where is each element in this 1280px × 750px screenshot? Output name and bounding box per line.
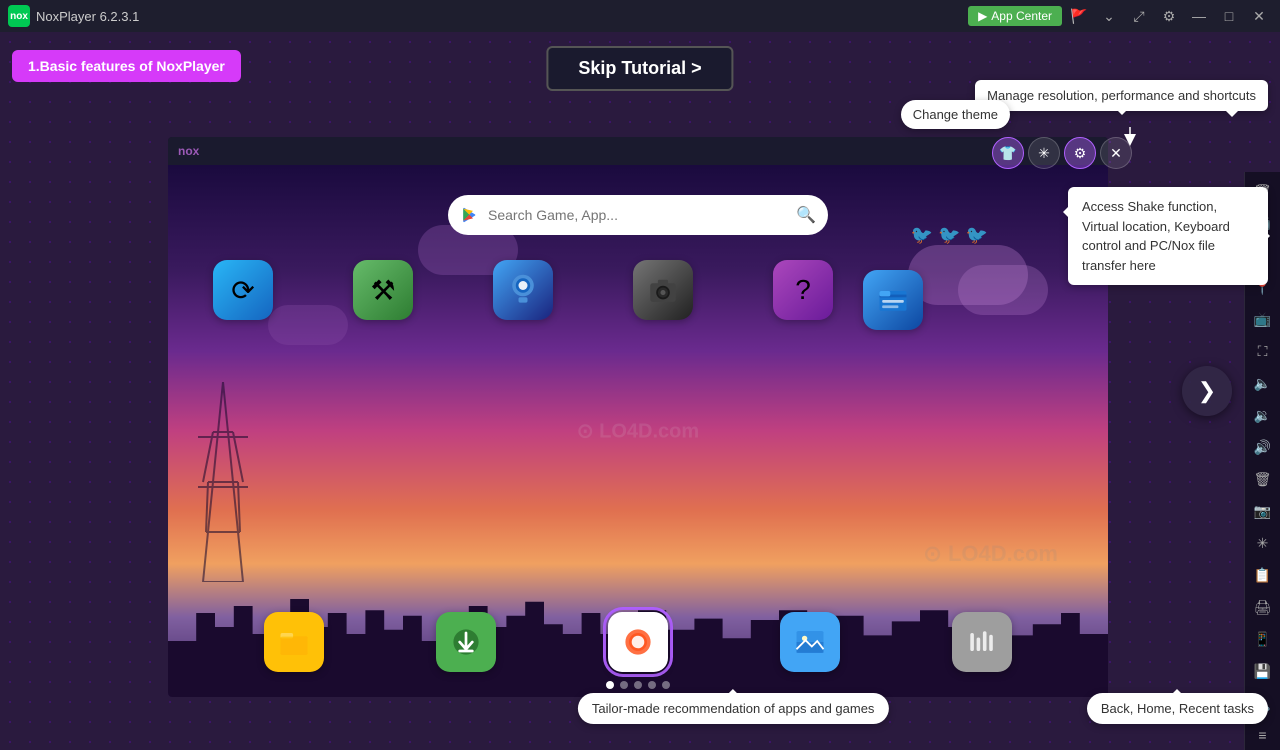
emulator-titlebar: nox [168,137,1108,165]
toolbar-volume-down-button[interactable]: 🔈 [1247,368,1279,398]
titlebar: nox NoxPlayer 6.2.3.1 ▶ App Center 🚩 ⌄ ⤢… [0,0,1280,32]
toolbar-clipboard-button[interactable]: 📋 [1247,560,1279,590]
asterisk-icon-button[interactable]: ✳ [1028,137,1060,169]
dock-item[interactable] [947,607,1017,677]
maximize-button[interactable]: □ [1216,3,1242,29]
emulator-window: nox [168,137,1108,697]
files-icon [863,270,923,330]
birds-silhouette: 🐦 🐦 🐦 [911,225,988,246]
flag-button[interactable]: 🚩 [1066,3,1092,29]
next-arrow-button[interactable]: ❯ [1182,366,1232,416]
titlebar-right-controls: ▶ App Center 🚩 ⌄ ⤢ ⚙ — □ ✕ [968,3,1272,29]
page-dot-1[interactable] [606,681,614,689]
search-magnify-icon: 🔍 [796,205,816,225]
photos-dock-icon [780,612,840,672]
tooltip-change-theme: Change theme [901,100,1010,129]
dock-item[interactable] [259,607,329,677]
emulator-top-icons: 👕 ✳ ⚙ ✕ [992,137,1132,169]
toolbar-asterisk-button[interactable]: ✳ [1247,528,1279,558]
toolbar-menu-button[interactable]: ≡ [1247,720,1279,750]
tooltip-shake-function: Access Shake function, Virtual location,… [1068,187,1268,285]
expand-button[interactable]: ⌄ [1096,3,1122,29]
nox-logo-icon: nox [8,5,30,27]
dock-item[interactable] [431,607,501,677]
page-dot-5[interactable] [662,681,670,689]
list-item[interactable] [628,255,698,325]
tooltip-arrow-back [1171,683,1183,695]
tooltip-manage-resolution: Manage resolution, performance and short… [975,80,1268,111]
list-item[interactable]: ? [768,255,838,325]
toolbar-fullscreen-button[interactable]: ⛶ [1247,336,1279,366]
toolbar-volume-mid-button[interactable]: 🔉 [1247,400,1279,430]
chat-icon [493,260,553,320]
search-bar[interactable]: 🔍 [448,195,828,235]
app-logo: nox NoxPlayer 6.2.3.1 [8,5,139,27]
power-tower [198,382,248,582]
emulator-logo: nox [178,144,199,158]
resize-button[interactable]: ⤢ [1126,3,1152,29]
download-dock-icon [436,612,496,672]
play-icon: ▶ [978,9,987,23]
list-item[interactable]: ⟳ [208,255,278,325]
app-icons-grid: ⟳ ⚒ [208,255,1068,335]
toolbar-volume-up-button[interactable]: 🔊 [1247,432,1279,462]
tooltip-arrow-shake [1264,230,1276,242]
toolbar-screenshot-button[interactable]: 📷 [1247,496,1279,526]
android-screen: ⊙ LO4D.com ⊙ LO4D.com 🐦 🐦 🐦 🔍 [168,165,1108,697]
settings-button[interactable]: ⚙ [1156,3,1182,29]
dock-item-active[interactable] [603,607,673,677]
camera-icon [633,260,693,320]
tools-icon: ⚒ [353,260,413,320]
emulator-close-icon-button[interactable]: ✕ [1100,137,1132,169]
help-icon: ? [773,260,833,320]
tooltip-tailor-made: Tailor-made recommendation of apps and g… [578,693,889,724]
toolbar-screen-button[interactable]: 📺 [1247,304,1279,334]
tooltip-back-home: Back, Home, Recent tasks [1087,693,1268,724]
toolbar-delete2-button[interactable]: 🗑 [1247,464,1279,494]
skip-tutorial-button[interactable]: Skip Tutorial > [546,46,733,91]
main-area: 1.Basic features of NoxPlayer Skip Tutor… [0,32,1280,750]
gear-icon-button[interactable]: ⚙ [1064,137,1096,169]
folder-dock-icon [264,612,324,672]
page-dot-2[interactable] [620,681,628,689]
page-dot-4[interactable] [648,681,656,689]
list-item[interactable] [488,255,558,325]
bubble-dock-icon [608,612,668,672]
tooltip-arrow-tailor [727,683,739,695]
toolbar-save-button[interactable]: 💾 [1247,656,1279,686]
dock-area [168,607,1108,677]
toolbar-phone-button[interactable]: 📱 [1247,624,1279,654]
toolbar-print-button[interactable]: 🖨 [1247,592,1279,622]
minimize-button[interactable]: — [1186,3,1212,29]
tutorial-step-badge: 1.Basic features of NoxPlayer [12,50,241,82]
page-dot-3[interactable] [634,681,642,689]
pagination-dots [606,681,670,689]
tooltip-arrow [1116,109,1128,121]
theme-icon-button[interactable]: 👕 [992,137,1024,169]
close-button[interactable]: ✕ [1246,3,1272,29]
search-input[interactable] [488,207,788,223]
list-item[interactable] [858,265,928,335]
app-name-label: NoxPlayer 6.2.3.1 [36,9,139,24]
google-play-icon [460,205,480,225]
chromium-icon: ⟳ [213,260,273,320]
dock-item[interactable] [775,607,845,677]
equalizer-dock-icon [952,612,1012,672]
list-item[interactable]: ⚒ [348,255,418,325]
app-center-button[interactable]: ▶ App Center [968,6,1062,26]
